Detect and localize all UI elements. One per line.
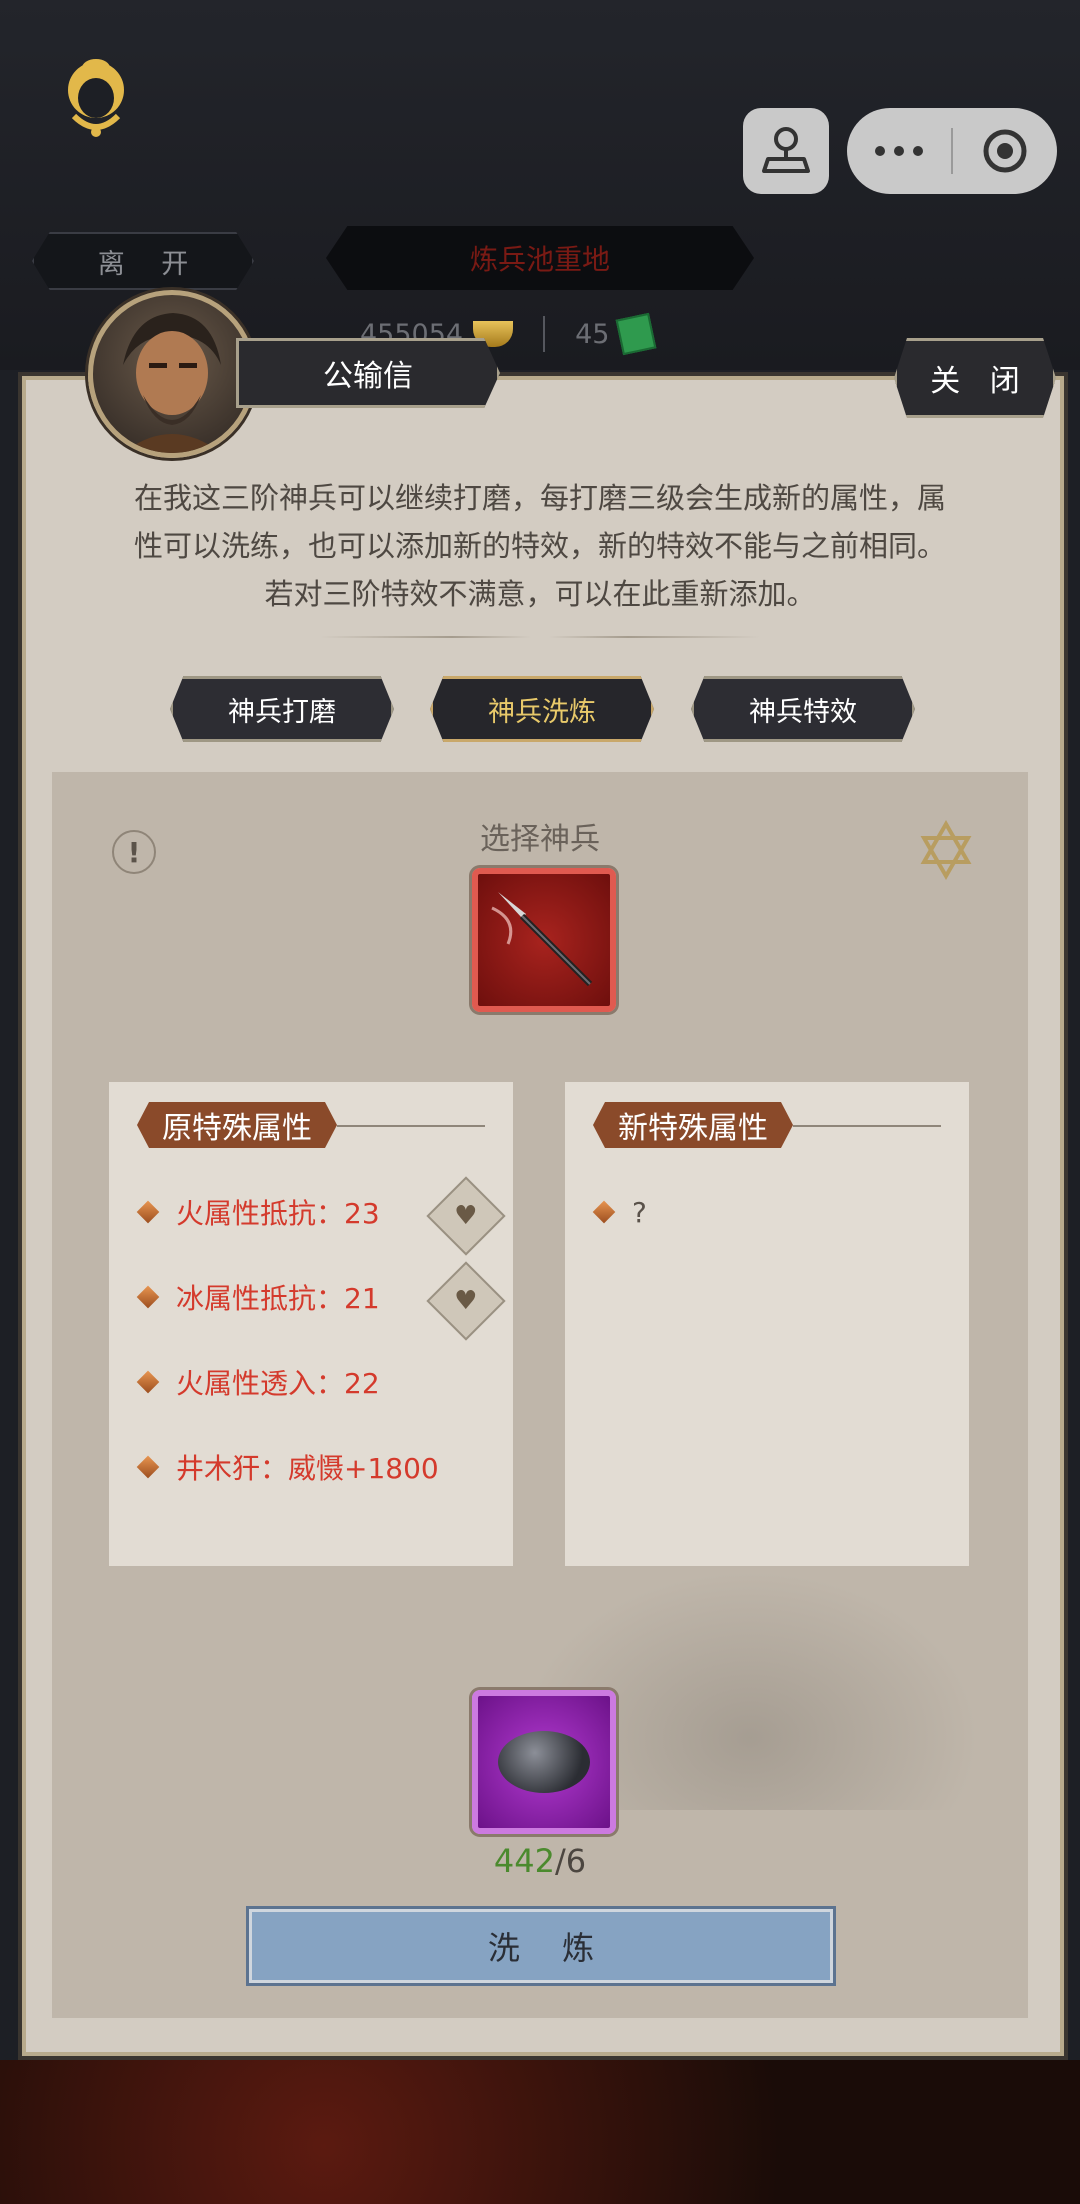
joystick-icon — [762, 127, 810, 173]
close-button[interactable]: 关 闭 — [894, 338, 1056, 418]
ticket-icon — [616, 312, 657, 356]
refine-stone-slot[interactable] — [472, 1690, 616, 1834]
joystick-button[interactable] — [743, 108, 829, 194]
profile-icon[interactable] — [60, 58, 132, 138]
tab-weapon-polish[interactable]: 神兵打磨 — [170, 676, 394, 742]
gem-bullet-icon — [136, 1285, 160, 1309]
new-attribute-row: ? — [590, 1192, 647, 1232]
tab-weapon-refine[interactable]: 神兵洗炼 — [430, 676, 654, 742]
more-menu-button[interactable] — [847, 108, 951, 194]
target-icon — [983, 129, 1027, 173]
attribute-row: 火属性抵抗：23 — [134, 1192, 380, 1232]
currency-divider — [543, 316, 546, 352]
weapon-slot[interactable] — [472, 868, 616, 1012]
gem-bullet-icon — [592, 1200, 616, 1224]
new-attributes-title: 新特殊属性 — [593, 1102, 793, 1148]
location-title: 炼兵池重地 — [326, 226, 754, 290]
attribute-text: 火属性抵抗：23 — [176, 1197, 380, 1230]
description-line: 在我这三阶神兵可以继续打磨，每打磨三级会生成新的属性，属 — [133, 481, 946, 515]
heart-lock-icon: ♥ — [454, 1286, 478, 1316]
mini-program-capsule — [847, 108, 1057, 194]
title-rule — [793, 1125, 941, 1127]
more-dots-icon — [875, 146, 923, 156]
info-icon[interactable]: ! — [112, 830, 156, 874]
title-rule — [337, 1125, 485, 1127]
attribute-row: 井木犴：威慑+1800 — [134, 1447, 439, 1487]
tab-weapon-effect[interactable]: 神兵特效 — [691, 676, 915, 742]
refine-stone-icon — [498, 1731, 590, 1793]
original-attributes-title: 原特殊属性 — [137, 1102, 337, 1148]
refine-button[interactable]: 洗 炼 — [246, 1906, 836, 1986]
attribute-text: 冰属性抵抗：21 — [176, 1282, 380, 1315]
spear-icon — [491, 892, 593, 987]
material-need: /6 — [554, 1842, 587, 1880]
attribute-text: 火属性透入：22 — [176, 1367, 380, 1400]
hexagram-icon[interactable] — [916, 820, 976, 880]
lava-background — [0, 2060, 1080, 2204]
ornament-divider — [320, 636, 760, 638]
attribute-text: 井木犴：威慑+1800 — [176, 1452, 439, 1485]
close-program-button[interactable] — [953, 108, 1057, 194]
gem-bullet-icon — [136, 1455, 160, 1479]
description-line: 性可以洗练，也可以添加新的特效，新的特效不能与之前相同。 — [133, 529, 946, 563]
material-have: 442 — [493, 1842, 555, 1880]
npc-avatar — [88, 290, 256, 458]
heart-lock-icon: ♥ — [454, 1201, 478, 1231]
npc-name-tab: 公输信 — [236, 338, 500, 408]
attribute-text: ? — [632, 1195, 647, 1229]
new-attributes-box — [565, 1082, 969, 1566]
gem-bullet-icon — [136, 1200, 160, 1224]
leave-button[interactable]: 离 开 — [32, 232, 254, 290]
ticket-amount: 45 — [575, 318, 610, 350]
npc-description: 在我这三阶神兵可以继续打磨，每打磨三级会生成新的属性，属 性可以洗练，也可以添加… — [90, 474, 990, 618]
attribute-row: 火属性透入：22 — [134, 1362, 380, 1402]
attribute-row: 冰属性抵抗：21 — [134, 1277, 380, 1317]
select-weapon-label: 选择神兵 — [480, 822, 600, 857]
description-line: 若对三阶特效不满意，可以在此重新添加。 — [264, 577, 816, 611]
gem-bullet-icon — [136, 1370, 160, 1394]
material-count: 442/6 — [440, 1842, 640, 1880]
